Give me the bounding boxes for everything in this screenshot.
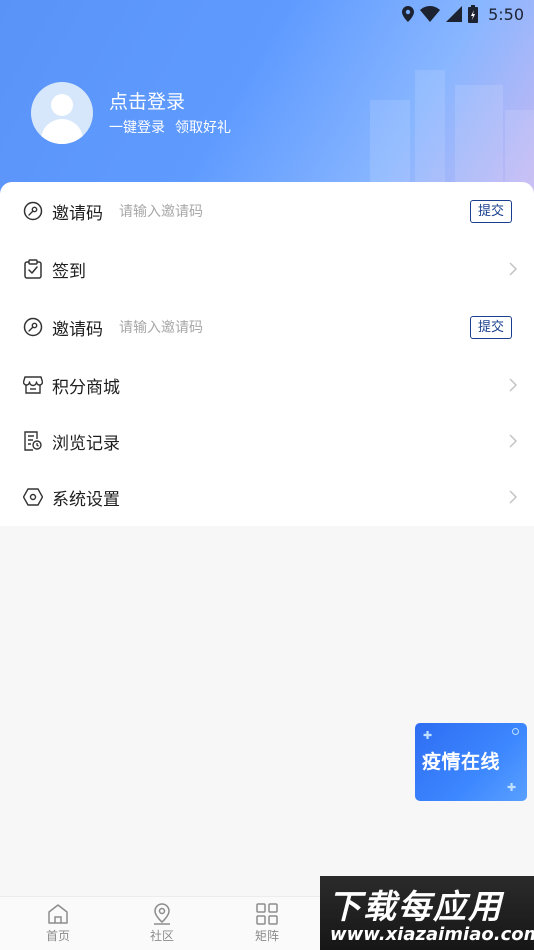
avatar-body-shape <box>41 119 83 144</box>
chevron-right-icon <box>509 378 518 392</box>
tab-matrix[interactable]: 矩阵 <box>237 903 297 944</box>
store-icon <box>23 375 43 395</box>
login-title[interactable]: 点击登录 <box>109 87 185 114</box>
signal-icon <box>446 6 463 22</box>
ring-decoration <box>512 728 519 735</box>
clipboard-check-icon <box>23 259 43 279</box>
menu-row-points-mall[interactable]: 积分商城 <box>0 357 534 413</box>
home-icon <box>48 904 68 924</box>
tab-matrix-label: 矩阵 <box>254 929 279 943</box>
invite-submit-button[interactable]: 提交 <box>470 315 513 339</box>
status-bar: 5:50 <box>0 0 534 28</box>
menu-label-browse-history: 浏览记录 <box>52 433 120 454</box>
menu-label-system-settings: 系统设置 <box>52 489 120 510</box>
menu-row-invite-code: 邀请码 请输入邀请码 提交 <box>0 183 534 239</box>
menu-row-invite-code-2: 邀请码 请输入邀请码 提交 <box>0 299 534 355</box>
login-subtitle: 一键登录 领取好礼 <box>109 117 231 137</box>
avatar[interactable] <box>31 82 93 144</box>
history-doc-icon <box>23 431 43 451</box>
avatar-head-shape <box>51 94 73 116</box>
epidemic-online-text: 疫情在线 <box>422 751 501 773</box>
tab-community-label: 社区 <box>149 929 174 943</box>
plus-decoration: ✚ <box>507 781 517 794</box>
menu-row-browse-history[interactable]: 浏览记录 <box>0 413 534 469</box>
grid-icon <box>256 903 278 925</box>
header-decoration <box>415 70 445 200</box>
tab-home-label: 首页 <box>45 929 70 943</box>
site-watermark: 下载每应用 www.xiazaimiao.com <box>320 876 534 950</box>
watermark-title: 下载每应用 <box>328 887 503 926</box>
menu-row-system-settings[interactable]: 系统设置 <box>0 469 534 525</box>
epidemic-online-banner[interactable]: ✚ ✚ 疫情在线 <box>415 723 527 801</box>
battery-icon <box>468 5 479 23</box>
watermark-url: www.xiazaimiao.com <box>330 924 534 945</box>
chevron-right-icon <box>509 490 518 504</box>
menu-label-invite-code: 邀请码 <box>52 319 103 340</box>
invite-submit-button[interactable]: 提交 <box>470 199 513 223</box>
key-icon <box>23 201 43 221</box>
status-time: 5:50 <box>488 4 524 24</box>
menu-row-checkin[interactable]: 签到 <box>0 241 534 297</box>
chevron-right-icon <box>509 262 518 276</box>
tab-home[interactable]: 首页 <box>28 903 88 944</box>
menu-label-points-mall: 积分商城 <box>52 377 120 398</box>
menu-label-checkin: 签到 <box>52 261 86 282</box>
plus-decoration: ✚ <box>423 729 433 742</box>
menu-label-invite-code: 邀请码 <box>52 203 103 224</box>
menu-card: 邀请码 请输入邀请码 提交 签到 邀请码 请输入邀请码 提交 积分商城 浏览记录 <box>0 182 534 526</box>
tab-community[interactable]: 社区 <box>132 903 192 944</box>
location-icon <box>402 6 415 22</box>
wifi-icon <box>420 6 441 22</box>
key-icon <box>23 317 43 337</box>
hexagon-settings-icon <box>23 487 43 507</box>
location-pin-icon <box>154 903 170 925</box>
chevron-right-icon <box>509 434 518 448</box>
invite-code-input[interactable]: 请输入邀请码 <box>119 317 203 337</box>
invite-code-input[interactable]: 请输入邀请码 <box>119 201 203 221</box>
login-sub-one-click: 一键登录 <box>109 120 165 136</box>
login-sub-gift: 领取好礼 <box>175 120 231 136</box>
